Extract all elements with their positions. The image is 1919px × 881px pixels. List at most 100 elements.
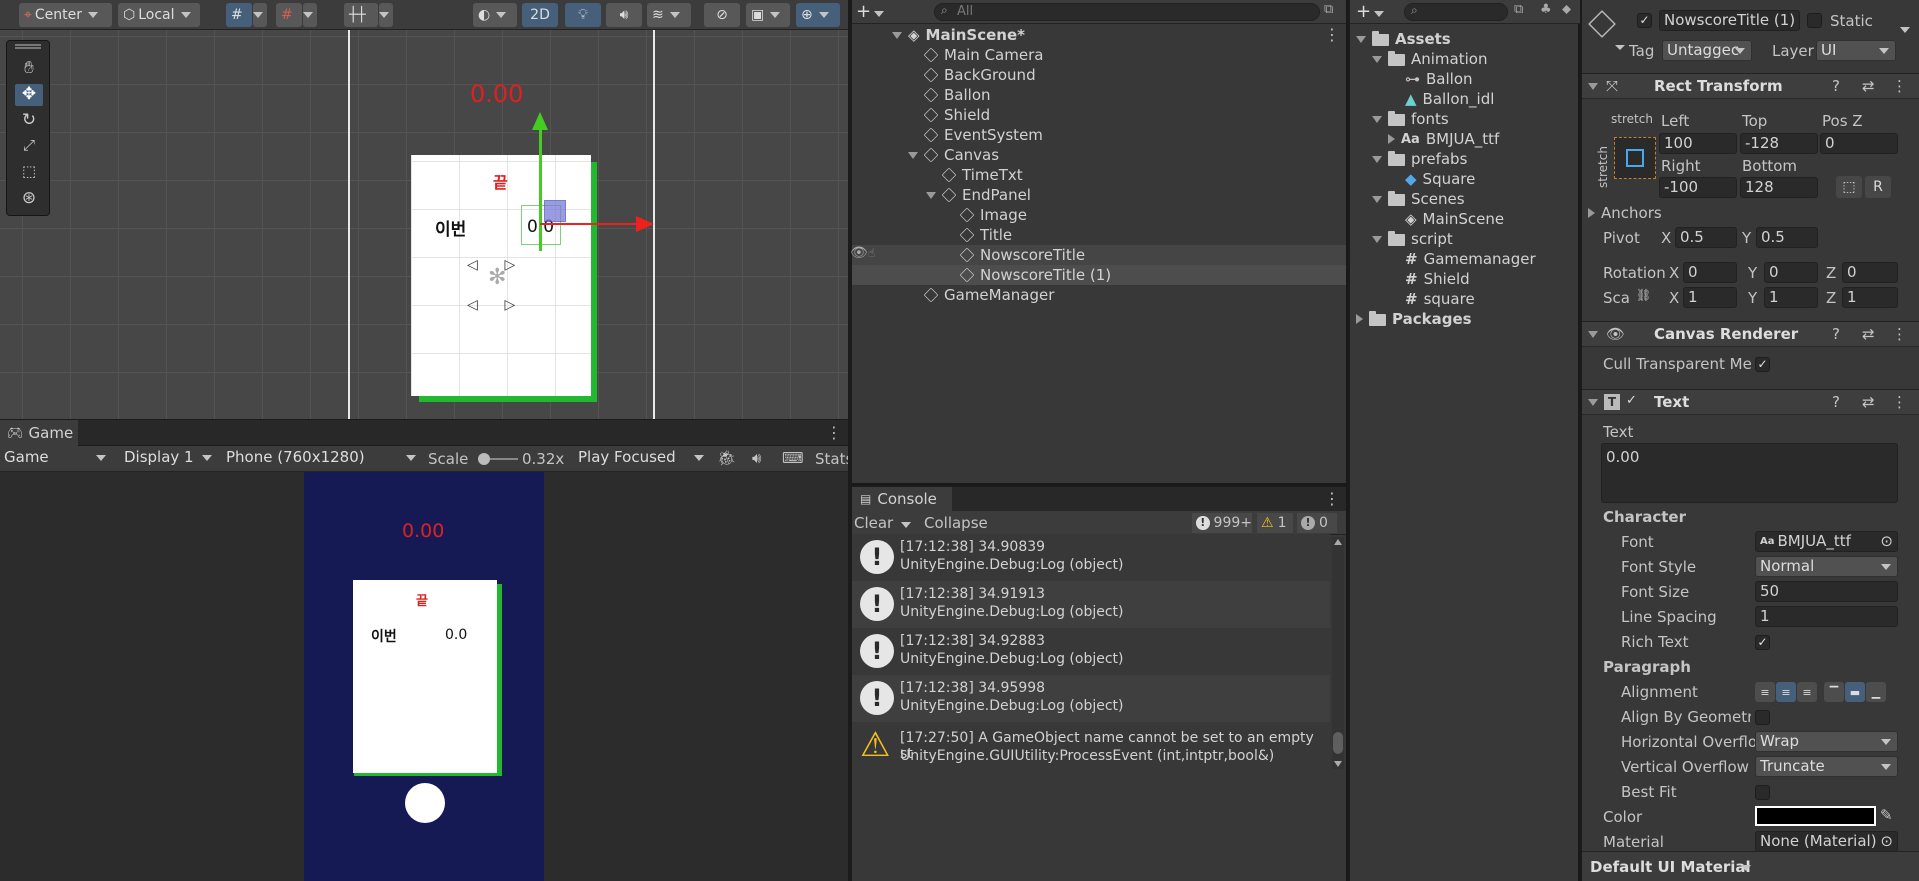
static-checkbox[interactable] <box>1807 13 1822 28</box>
log-count-toggle[interactable]: ! 999+ <box>1192 513 1252 533</box>
project-search[interactable]: ⌕ <box>1404 3 1508 21</box>
hierarchy-item[interactable]: Title <box>959 225 1012 245</box>
search-by-label-icon[interactable]: ♣ <box>1540 2 1552 17</box>
hierarchy-item-selected[interactable]: NowscoreTitle (1) <box>959 265 1111 285</box>
console-menu[interactable]: ⋮ <box>1324 489 1340 508</box>
project-asset[interactable]: ▲ Ballon_idl <box>1405 89 1494 109</box>
mode-2d-button[interactable]: 2D <box>522 3 558 27</box>
favorite-icon[interactable]: ⬥ <box>1562 2 1571 17</box>
align-right-button[interactable]: ≡ <box>1797 682 1817 702</box>
line-spacing-field[interactable]: 1 <box>1755 606 1898 627</box>
hierarchy-item[interactable]: Image <box>959 205 1027 225</box>
game-viewport[interactable]: 0.00 끝 이번 0.0 <box>0 472 848 881</box>
console-entry[interactable]: ! [17:12:38] 34.91913 UnityEngine.Debug:… <box>852 581 1330 628</box>
project-create-button[interactable]: + <box>1356 1 1385 22</box>
drag-handle[interactable] <box>15 44 41 49</box>
tab-console[interactable]: ▤ Console <box>852 487 952 511</box>
space-dropdown[interactable]: ⬡ Local <box>118 3 200 27</box>
clear-button[interactable]: Clear <box>854 514 893 532</box>
project-asset[interactable]: ◆ Square <box>1405 169 1475 189</box>
camera-button[interactable]: ▣ <box>746 3 790 27</box>
vertical-overflow-dropdown[interactable]: Truncate <box>1755 756 1898 777</box>
clear-options-dropdown[interactable] <box>898 514 911 532</box>
posz-field[interactable]: 0 <box>1820 133 1898 154</box>
font-field[interactable]: Aa BMJUA_ttf ⊙ <box>1755 531 1898 552</box>
scroll-up-arrow[interactable] <box>1334 539 1342 545</box>
hierarchy-item[interactable]: NowscoreTitle <box>959 245 1085 265</box>
visibility-eye-icon[interactable]: 👁︎ <box>850 245 868 261</box>
game-tab-menu[interactable]: ⋮ <box>826 423 842 442</box>
view-dropdown[interactable]: Game <box>0 448 112 469</box>
error-count-toggle[interactable]: ! 0 <box>1297 513 1337 533</box>
anchor-presets-button[interactable] <box>1614 137 1656 179</box>
constrain-proportions-icon[interactable]: ⛓︎ <box>1636 288 1651 302</box>
left-field[interactable]: 100 <box>1659 133 1737 154</box>
audio-button[interactable]: 🔊︎ <box>606 3 642 27</box>
rect-tool-icon[interactable]: ⬚ <box>15 162 43 184</box>
collapse-button[interactable]: Collapse <box>924 514 988 532</box>
hierarchy-search[interactable]: ⌕ All <box>934 3 1320 21</box>
transform-tool-icon[interactable]: ⊛ <box>15 188 43 210</box>
scene-root[interactable]: ◈ MainScene* <box>892 25 1025 45</box>
project-asset[interactable]: # square <box>1405 289 1475 309</box>
keyboard-icon[interactable]: ⌨︎ <box>782 449 804 467</box>
scale-x-field[interactable]: 1 <box>1683 287 1737 308</box>
scale-z-field[interactable]: 1 <box>1842 287 1898 308</box>
mute-audio-icon[interactable]: 🔊︎ <box>752 449 761 467</box>
rich-text-checkbox[interactable]: ✓ <box>1755 635 1770 650</box>
font-size-field[interactable]: 50 <box>1755 581 1898 602</box>
hierarchy-item[interactable]: BackGround <box>923 65 1036 85</box>
scale-y-field[interactable]: 1 <box>1764 287 1818 308</box>
presets-icon[interactable]: ⇄ <box>1862 393 1875 411</box>
visibility-button[interactable]: ⊘ <box>704 3 740 27</box>
component-menu-icon[interactable]: ⋮ <box>1892 77 1907 95</box>
rotation-x-field[interactable]: 0 <box>1683 262 1737 283</box>
object-picker-icon[interactable]: ⊙ <box>1880 832 1893 851</box>
increment-snap-button[interactable]: # <box>276 3 302 27</box>
project-folder[interactable]: prefabs <box>1372 149 1467 169</box>
pivot-x-field[interactable]: 0.5 <box>1675 227 1737 248</box>
canvas-renderer-header[interactable]: 👁︎ Canvas Renderer ? ⇄ ⋮ <box>1582 321 1919 347</box>
shading-mode-button[interactable]: ◐ <box>473 3 517 27</box>
console-entry[interactable]: ! [17:12:38] 34.92883 UnityEngine.Debug:… <box>852 628 1330 675</box>
material-field[interactable]: None (Material) ⊙ <box>1755 831 1898 852</box>
layer-dropdown[interactable]: UI <box>1816 40 1896 61</box>
cull-transparent-checkbox[interactable]: ✓ <box>1755 357 1770 372</box>
scene-menu[interactable]: ⋮ <box>1324 25 1340 44</box>
align-top-button[interactable]: ▔ <box>1824 682 1844 702</box>
rotation-y-field[interactable]: 0 <box>1764 262 1818 283</box>
end-panel[interactable]: 끝 이번 0.0 ◁ ▷◁ ▷ ✻ <box>411 155 591 396</box>
bottom-field[interactable]: 128 <box>1740 177 1818 198</box>
anchors-foldout[interactable]: Anchors <box>1588 204 1662 222</box>
align-center-button[interactable]: ≡ <box>1776 682 1796 702</box>
project-asset[interactable]: # Gamemanager <box>1405 249 1536 269</box>
pivot-dropdown[interactable]: ⌖ Center <box>19 3 112 27</box>
move-tool-icon[interactable]: ✥ <box>15 84 43 106</box>
color-swatch[interactable] <box>1755 806 1876 826</box>
hand-tool-icon[interactable]: ✋︎ <box>15 58 43 80</box>
project-folder[interactable]: fonts <box>1372 109 1449 129</box>
console-entry-warning[interactable]: ⚠ [17:27:50] A GameObject name cannot be… <box>852 723 1330 770</box>
create-button[interactable]: + <box>856 1 885 22</box>
console-entry[interactable]: ! [17:12:38] 34.90839 UnityEngine.Debug:… <box>852 534 1330 581</box>
align-middle-button[interactable]: ▬ <box>1845 682 1865 702</box>
static-dropdown[interactable] <box>1897 19 1910 37</box>
scene-viewport[interactable]: 0.00 끝 이번 0.0 ◁ ▷◁ ▷ ✻ <box>0 30 848 419</box>
project-folder[interactable]: Animation <box>1372 49 1487 69</box>
tab-game[interactable]: 🎮︎ Game <box>0 420 78 446</box>
project-folder[interactable]: script <box>1372 229 1453 249</box>
gizmo-x-axis[interactable] <box>540 223 640 225</box>
align-bottom-button[interactable]: ▁ <box>1866 682 1886 702</box>
hierarchy-item[interactable]: Canvas <box>908 145 999 165</box>
gizmos-button[interactable]: ⊕ <box>796 3 840 27</box>
resolution-dropdown[interactable]: Phone (760x1280) <box>222 448 422 469</box>
object-name-field[interactable]: NowscoreTitle (1) <box>1659 10 1800 31</box>
text-component-header[interactable]: T ✓ Text ? ⇄ ⋮ <box>1582 389 1919 415</box>
rotate-tool-icon[interactable]: ↻ <box>15 110 43 132</box>
inspector-bottom-bar[interactable]: Default UI Material <box>1582 851 1919 881</box>
console-scrollbar[interactable] <box>1332 537 1344 769</box>
project-folder[interactable]: Assets <box>1356 29 1451 49</box>
project-asset[interactable]: # Shield <box>1405 269 1470 289</box>
lighting-button[interactable]: 💡︎ <box>565 3 601 27</box>
text-area[interactable]: 0.00 <box>1601 443 1898 503</box>
